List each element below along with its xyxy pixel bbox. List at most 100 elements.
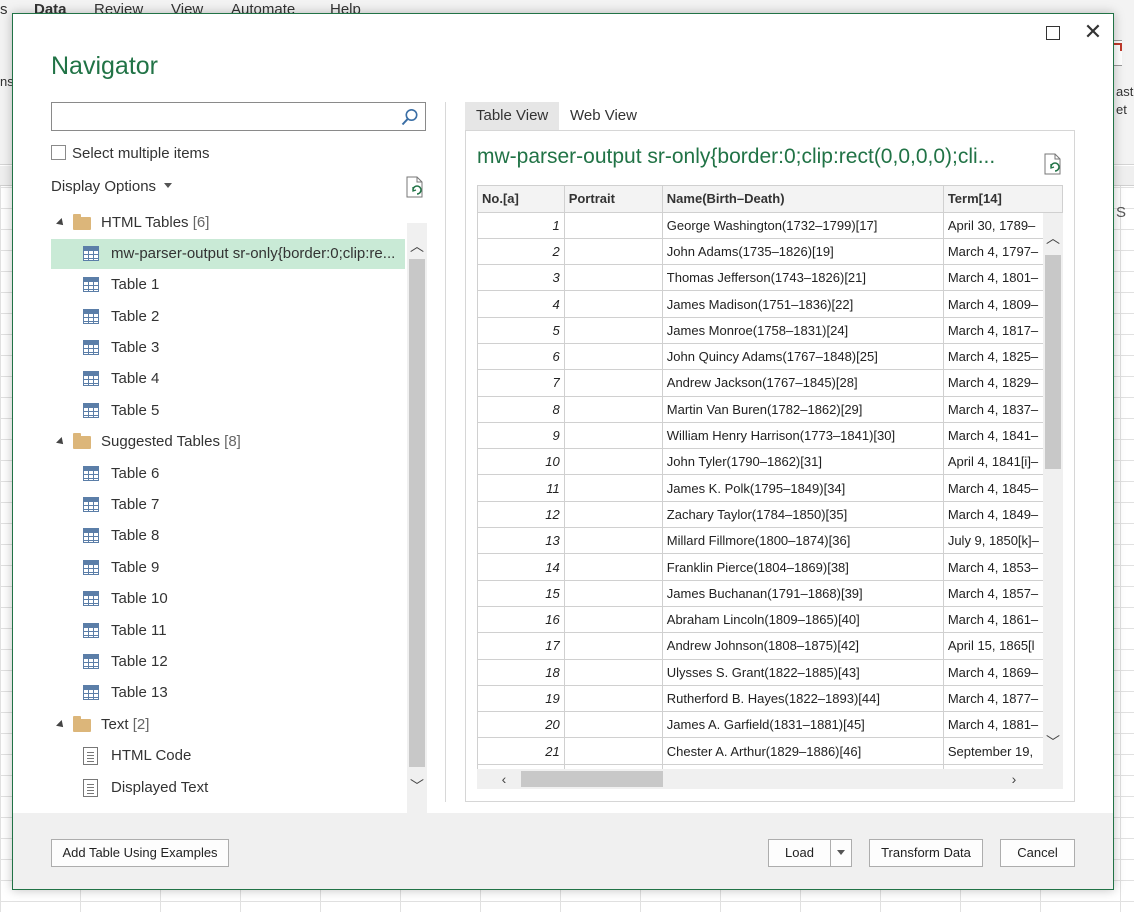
refresh-icon[interactable] — [405, 176, 425, 198]
tab-table-view[interactable]: Table View — [465, 102, 560, 130]
tree-item-table-7[interactable]: Table 7 — [51, 490, 405, 520]
expanded-icon[interactable] — [56, 720, 66, 730]
checkbox-icon[interactable] — [51, 145, 66, 160]
table-cell[interactable] — [564, 632, 663, 660]
chevron-up-icon[interactable]: ︿ — [1046, 231, 1060, 245]
table-row[interactable]: 10 John Tyler(1790–1862)[31] April 4, 1841… — [478, 448, 1063, 476]
chevron-right-icon[interactable]: › — [1007, 772, 1021, 786]
table-row[interactable]: 8 Martin Van Buren(1782–1862)[29] March 4,… — [478, 396, 1063, 423]
tree-item-table-2[interactable]: Table 2 — [51, 302, 405, 332]
table-row[interactable]: 15 James Buchanan(1791–1868)[39] March 4, … — [478, 580, 1063, 607]
column-header[interactable]: Portrait — [564, 186, 663, 213]
table-cell[interactable]: 16 — [478, 606, 565, 634]
table-cell[interactable]: 3 — [478, 264, 565, 292]
tree-item-mw-parser-output[interactable]: mw-parser-output sr-only{border:0;clip:r… — [51, 239, 405, 269]
load-button[interactable]: Load — [768, 839, 831, 867]
table-cell[interactable]: John Adams(1735–1826)[19] — [662, 238, 944, 266]
table-cell[interactable] — [564, 422, 663, 450]
table-cell[interactable]: 4 — [478, 290, 565, 318]
table-row[interactable]: 9 William Henry Harrison(1773–1841)[30] Ma… — [478, 422, 1063, 450]
table-cell[interactable]: 10 — [478, 448, 565, 476]
maximize-button[interactable] — [1033, 18, 1073, 46]
column-header[interactable]: Term[14] — [943, 186, 1063, 213]
table-row[interactable]: 1 George Washington(1732–1799)[17] April 3… — [478, 212, 1063, 239]
table-row[interactable]: 21 Chester A. Arthur(1829–1886)[46] Septem… — [478, 737, 1063, 765]
scrollbar-thumb[interactable] — [1045, 255, 1061, 469]
tree-item-table-12[interactable]: Table 12 — [51, 647, 405, 677]
table-cell[interactable] — [564, 737, 663, 765]
table-cell[interactable] — [564, 474, 663, 502]
table-cell[interactable] — [564, 553, 663, 581]
chevron-left-icon[interactable]: ‹ — [497, 772, 511, 786]
search-icon[interactable] — [401, 108, 419, 126]
tree-item-table-4[interactable]: Table 4 — [51, 364, 405, 394]
cancel-button[interactable]: Cancel — [1000, 839, 1075, 867]
table-cell[interactable] — [564, 711, 663, 739]
table-cell[interactable] — [564, 290, 663, 318]
tab-web-view[interactable]: Web View — [559, 102, 648, 130]
table-cell[interactable]: 18 — [478, 659, 565, 686]
table-row[interactable]: 7 Andrew Jackson(1767–1845)[28] March 4, 1… — [478, 369, 1063, 397]
table-cell[interactable]: Martin Van Buren(1782–1862)[29] — [662, 396, 944, 423]
transform-data-button[interactable]: Transform Data — [869, 839, 983, 867]
table-cell[interactable] — [564, 238, 663, 266]
table-row[interactable]: 2 John Adams(1735–1826)[19] March 4, 1797– — [478, 238, 1063, 266]
table-cell[interactable]: Andrew Johnson(1808–1875)[42] — [662, 632, 944, 660]
display-options-dropdown[interactable]: Display Options — [51, 178, 173, 195]
table-cell[interactable]: 1 — [478, 212, 565, 239]
menu-fragment[interactable]: s — [0, 1, 8, 18]
table-cell[interactable]: 5 — [478, 317, 565, 344]
close-button[interactable]: ✕ — [1073, 18, 1113, 46]
table-cell[interactable]: 7 — [478, 369, 565, 397]
preview-vertical-scrollbar[interactable]: ︿ ﹀ — [1043, 213, 1063, 769]
chevron-down-icon[interactable]: ﹀ — [410, 779, 424, 793]
table-cell[interactable]: Franklin Pierce(1804–1869)[38] — [662, 553, 944, 581]
table-cell[interactable] — [564, 343, 663, 371]
table-cell[interactable]: Chester A. Arthur(1829–1886)[46] — [662, 737, 944, 765]
scrollbar-thumb[interactable] — [521, 771, 663, 787]
table-row[interactable]: 3 Thomas Jefferson(1743–1826)[21] March 4,… — [478, 264, 1063, 292]
table-cell[interactable]: James Buchanan(1791–1868)[39] — [662, 580, 944, 607]
tree-item-table-1[interactable]: Table 1 — [51, 270, 405, 300]
tree-item-html-code[interactable]: HTML Code — [51, 741, 405, 771]
table-row[interactable]: 20 James A. Garfield(1831–1881)[45] March … — [478, 711, 1063, 739]
tree-scrollbar[interactable]: ︿ ﹀ — [407, 223, 427, 813]
table-cell[interactable] — [564, 448, 663, 476]
table-cell[interactable]: 8 — [478, 396, 565, 423]
table-cell[interactable]: 11 — [478, 474, 565, 502]
table-row[interactable]: 12 Zachary Taylor(1784–1850)[35] March 4, … — [478, 501, 1063, 529]
chevron-up-icon[interactable]: ︿ — [410, 239, 424, 253]
table-row[interactable]: 6 John Quincy Adams(1767–1848)[25] March 4… — [478, 343, 1063, 371]
table-cell[interactable] — [564, 659, 663, 686]
table-cell[interactable]: Zachary Taylor(1784–1850)[35] — [662, 501, 944, 529]
panel-splitter[interactable] — [445, 102, 446, 802]
table-cell[interactable]: 17 — [478, 632, 565, 660]
table-cell[interactable]: James A. Garfield(1831–1881)[45] — [662, 711, 944, 739]
add-table-using-examples-button[interactable]: Add Table Using Examples — [51, 839, 229, 867]
tree-folder-text[interactable]: Text [2] — [51, 710, 405, 740]
table-cell[interactable]: 6 — [478, 343, 565, 371]
tree-item-table-11[interactable]: Table 11 — [51, 616, 405, 646]
tree-item-table-3[interactable]: Table 3 — [51, 333, 405, 363]
table-cell[interactable]: Millard Fillmore(1800–1874)[36] — [662, 527, 944, 555]
tree-item-table-8[interactable]: Table 8 — [51, 521, 405, 551]
table-cell[interactable]: 15 — [478, 580, 565, 607]
tree-item-table-13[interactable]: Table 13 — [51, 678, 405, 708]
search-input[interactable] — [52, 103, 392, 130]
select-multiple-checkbox[interactable]: Select multiple items — [51, 145, 210, 163]
table-cell[interactable]: Ulysses S. Grant(1822–1885)[43] — [662, 659, 944, 686]
tree-folder-html-tables[interactable]: HTML Tables [6] — [51, 208, 405, 238]
table-cell[interactable] — [564, 396, 663, 423]
table-cell[interactable] — [564, 369, 663, 397]
table-cell[interactable] — [564, 317, 663, 344]
table-cell[interactable]: 9 — [478, 422, 565, 450]
refresh-preview-icon[interactable] — [1043, 153, 1063, 175]
table-row[interactable]: 4 James Madison(1751–1836)[22] March 4, 18… — [478, 290, 1063, 318]
table-row[interactable]: 5 James Monroe(1758–1831)[24] March 4, 181… — [478, 317, 1063, 344]
table-cell[interactable]: James Madison(1751–1836)[22] — [662, 290, 944, 318]
table-cell[interactable]: 12 — [478, 501, 565, 529]
tree-item-table-9[interactable]: Table 9 — [51, 553, 405, 583]
table-cell[interactable] — [564, 501, 663, 529]
tree-item-table-5[interactable]: Table 5 — [51, 396, 405, 426]
table-cell[interactable]: 19 — [478, 685, 565, 713]
